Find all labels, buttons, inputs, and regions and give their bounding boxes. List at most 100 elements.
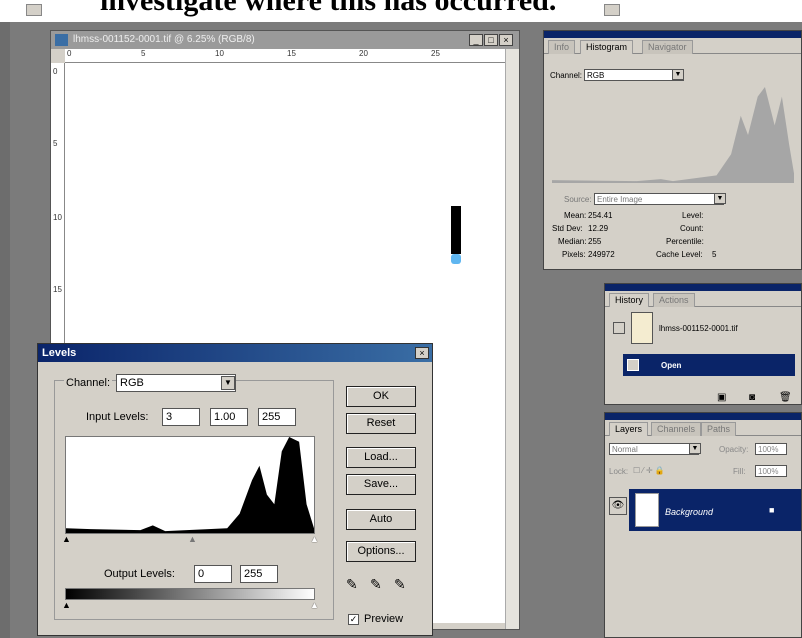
levels-dialog: Levels × Channel: RGB ▼ Input Levels: 3 … [37, 343, 433, 636]
cache-level-label: Cache Level: [656, 250, 703, 259]
tab-history[interactable]: History [609, 293, 650, 307]
input-white-field[interactable]: 255 [258, 408, 296, 426]
preview-checkbox[interactable]: ✓ [348, 614, 359, 625]
vertical-scrollbar[interactable] [505, 49, 519, 629]
dialog-title[interactable]: Levels [38, 344, 432, 362]
ruler-label: 20 [359, 49, 368, 58]
palette-titlebar[interactable] [605, 413, 801, 420]
reset-button[interactable]: Reset [346, 413, 416, 434]
histogram-shape [66, 437, 314, 533]
ruler-label: 0 [53, 67, 58, 76]
document-title[interactable]: lhmss-001152-0001.tif @ 6.25% (RGB/8) [51, 31, 519, 49]
history-brush-icon[interactable] [613, 322, 625, 334]
new-snapshot-icon[interactable]: ◙ [749, 392, 755, 403]
fill-field[interactable]: 100% [755, 465, 787, 477]
chevron-down-icon[interactable]: ▼ [221, 376, 235, 390]
lock-label: Lock: [609, 467, 629, 476]
output-gradient [65, 588, 315, 600]
history-palette: History Actions lhmss-001152-0001.tif Op… [604, 283, 802, 405]
channel-label: Channel: [64, 377, 113, 389]
tab-info[interactable]: Info [548, 40, 576, 54]
tab-paths[interactable]: Paths [701, 422, 737, 436]
ruler-label: 5 [53, 139, 58, 148]
opacity-label: Opacity: [719, 445, 749, 454]
source-label: Source: [564, 195, 592, 204]
pixels-label: Pixels: [562, 250, 586, 259]
save-button[interactable]: Save... [346, 474, 416, 495]
tab-navigator[interactable]: Navigator [642, 40, 693, 54]
minimize-button[interactable]: _ [469, 34, 483, 46]
close-button[interactable]: × [499, 34, 513, 46]
layers-palette: Layers Channels Paths Normal ▼ Opacity: … [604, 412, 802, 638]
ruler-label: 0 [67, 49, 72, 58]
chevron-down-icon[interactable]: ▼ [714, 193, 726, 204]
tab-channels[interactable]: Channels [651, 422, 702, 436]
cache-level-value: 5 [712, 250, 717, 259]
snapshot-thumbnail [631, 312, 653, 344]
gamma-slider[interactable]: ▲ [188, 534, 197, 544]
blend-mode-select[interactable]: Normal [609, 443, 699, 455]
toolbar-button[interactable] [604, 4, 620, 16]
stddev-label: Std Dev: [552, 224, 583, 233]
trash-icon[interactable]: 🗑 [779, 392, 792, 403]
options-button[interactable]: Options... [346, 541, 416, 562]
histogram-palette: Info Histogram Navigator Channel: RGB ▼ … [543, 30, 802, 270]
layer-name[interactable]: Background [665, 507, 713, 517]
tab-layers[interactable]: Layers [609, 422, 649, 436]
eye-icon[interactable]: 👁 [609, 497, 627, 515]
toolbar-button[interactable] [26, 4, 42, 16]
source-select[interactable]: Entire Image [594, 193, 724, 205]
maximize-button[interactable]: □ [484, 34, 498, 46]
input-black-field[interactable]: 3 [162, 408, 200, 426]
tool-strip [0, 22, 10, 638]
median-value: 255 [588, 237, 602, 246]
tab-histogram[interactable]: Histogram [580, 40, 634, 54]
input-levels-label: Input Levels: [86, 411, 149, 423]
output-white-field[interactable]: 255 [240, 565, 278, 583]
median-label: Median: [558, 237, 587, 246]
input-gamma-field[interactable]: 1.00 [210, 408, 248, 426]
document-icon [627, 359, 639, 371]
ruler-label: 10 [215, 49, 224, 58]
channel-select[interactable]: RGB [116, 374, 236, 392]
horizontal-ruler: 0 5 10 15 20 25 [65, 49, 505, 63]
caption-text: investigate where this has occurred. [100, 0, 557, 17]
new-document-icon[interactable]: ▣ [717, 392, 726, 403]
pixels-value: 249972 [588, 250, 615, 259]
load-button[interactable]: Load... [346, 447, 416, 468]
history-step[interactable] [623, 354, 795, 376]
count-label: Count: [680, 224, 704, 233]
palette-titlebar[interactable] [605, 284, 801, 291]
output-black-slider[interactable]: ▲ [62, 600, 71, 610]
ok-button[interactable]: OK [346, 386, 416, 407]
lock-icons[interactable]: ☐ ⁄ ✛ 🔒 [633, 466, 665, 475]
history-step-label[interactable]: Open [661, 361, 681, 370]
chevron-down-icon[interactable]: ▼ [672, 69, 684, 80]
stddev-value: 12.29 [588, 224, 609, 233]
white-eyedropper-icon[interactable]: ✎ [394, 576, 406, 593]
channel-select[interactable]: RGB [584, 69, 684, 81]
channel-label: Channel: [550, 71, 583, 80]
black-eyedropper-icon[interactable]: ✎ [346, 576, 358, 593]
output-black-field[interactable]: 0 [194, 565, 232, 583]
auto-button[interactable]: Auto [346, 509, 416, 530]
ruler-label: 25 [431, 49, 440, 58]
level-label: Level: [682, 211, 704, 220]
black-point-slider[interactable]: ▲ [62, 534, 71, 544]
tab-actions[interactable]: Actions [653, 293, 695, 307]
palette-titlebar[interactable] [544, 31, 801, 38]
chevron-down-icon[interactable]: ▼ [689, 443, 701, 454]
histogram-graph [552, 87, 794, 183]
snapshot-name[interactable]: lhmss-001152-0001.tif [659, 324, 738, 333]
lock-icon: ■ [769, 505, 775, 515]
percentile-label: Percentile: [666, 237, 704, 246]
white-point-slider[interactable]: ▲ [310, 534, 319, 544]
close-button[interactable]: × [415, 347, 429, 359]
gray-eyedropper-icon[interactable]: ✎ [370, 576, 382, 593]
output-levels-label: Output Levels: [104, 568, 175, 580]
layer-thumbnail [635, 493, 659, 527]
output-white-slider[interactable]: ▲ [310, 600, 319, 610]
opacity-field[interactable]: 100% [755, 443, 787, 455]
levels-histogram [65, 436, 315, 534]
image-blue-mark [451, 254, 461, 264]
